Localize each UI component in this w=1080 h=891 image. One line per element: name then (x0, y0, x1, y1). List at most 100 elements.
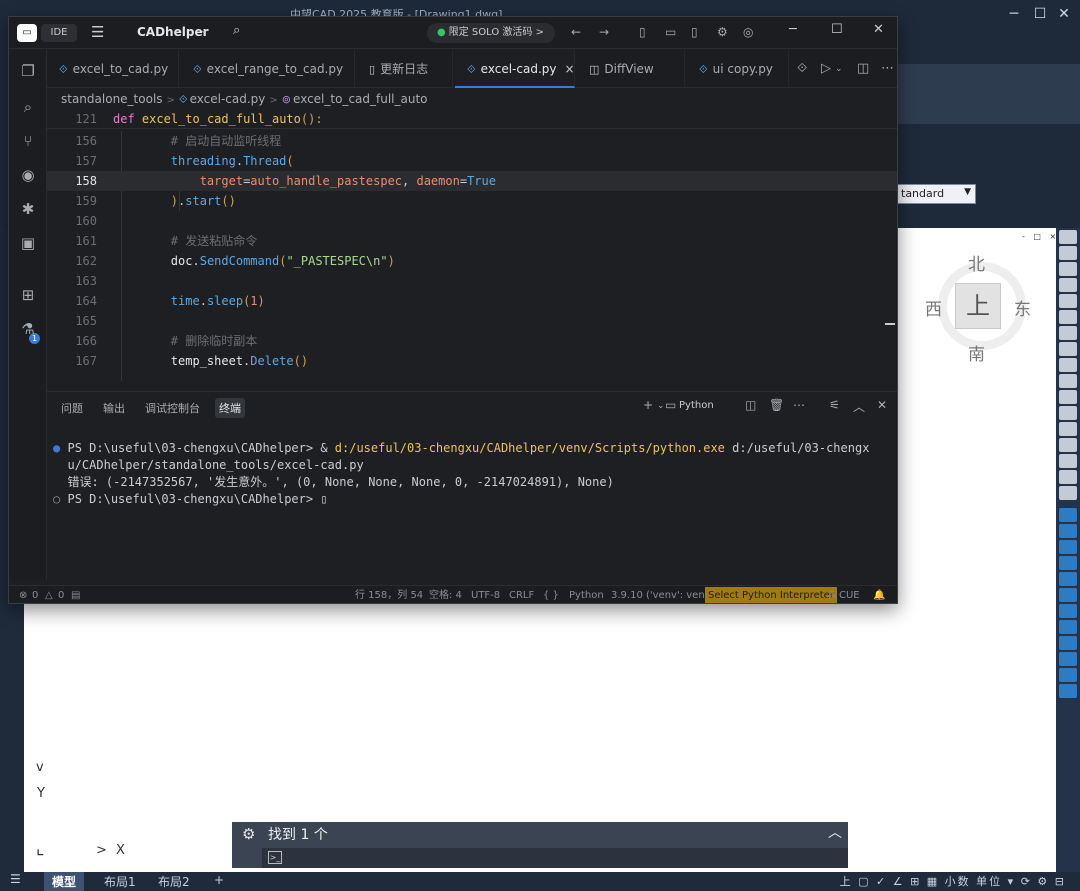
fillet-tool-icon[interactable] (1059, 454, 1077, 468)
tab-excel-cad[interactable]: ⟐ excel-cad.py × (455, 50, 575, 88)
tab-changelog[interactable]: ▯ 更新日志 (357, 50, 453, 88)
back-arrow-icon[interactable]: ← (571, 25, 581, 39)
explorer-icon[interactable]: ❐ (18, 62, 38, 82)
error-count[interactable]: 0 (32, 586, 38, 603)
preview-eye-icon[interactable]: ◉ (18, 166, 38, 186)
hamburger-icon[interactable]: ☰ (10, 872, 21, 886)
canvas-window-controls[interactable]: - □ × (1022, 232, 1059, 241)
run-icon[interactable]: ▷ (821, 61, 831, 76)
compass-east[interactable]: 东 (1014, 295, 1031, 320)
python-run-icon[interactable]: ⟐ (797, 61, 807, 76)
layout-tab-1[interactable]: 布局1 (96, 872, 144, 891)
join-tool-icon[interactable] (1059, 422, 1077, 436)
minimize-icon[interactable]: ─ (789, 22, 797, 37)
blend-tool-icon[interactable] (1059, 486, 1077, 500)
warning-icon[interactable]: △ (45, 586, 53, 603)
forward-arrow-icon[interactable]: → (599, 25, 609, 39)
breadcrumb-symbol[interactable]: excel_to_cad_full_auto (293, 92, 428, 106)
split-editor-icon[interactable]: ◫ (857, 61, 869, 76)
tab-excel-to-cad[interactable]: ⟐ excel_to_cad.py (47, 50, 179, 88)
error-icon[interactable]: ⊗ (19, 586, 27, 603)
layout-tab-model[interactable]: 模型 (44, 872, 85, 891)
tab-diffview[interactable]: ◫ DiffView (577, 50, 685, 88)
tab-excel-range-to-cad[interactable]: ⟐ excel_range_to_cad.py (181, 50, 355, 88)
panel-tab-problems[interactable]: 问题 (57, 398, 87, 418)
mirror-tool-icon[interactable] (1059, 262, 1077, 276)
debug-icon[interactable]: ✱ (18, 200, 38, 220)
panel-tab-output[interactable]: 输出 (99, 398, 129, 418)
cad-maximize-icon[interactable]: ☐ (1030, 6, 1050, 26)
close-tab-icon[interactable]: × (564, 62, 574, 76)
source-control-icon[interactable]: ⑂ (18, 132, 38, 152)
eraser-tool-icon[interactable] (1059, 230, 1077, 244)
dim-jogged-icon[interactable] (1059, 588, 1077, 602)
view-cube-face[interactable]: 上 (955, 283, 1001, 329)
promo-banner[interactable]: ● 限定 SOLO 激活码 > (427, 23, 555, 43)
view-cube[interactable]: 北 南 西 东 上 (925, 250, 1040, 365)
tab-ui-copy[interactable]: ⟐ ui copy.py (687, 50, 789, 88)
chevron-up-icon[interactable]: ︿ (828, 822, 842, 842)
terminal-output[interactable]: ● PS D:\useful\03-chengxu\CADhelper> & d… (53, 440, 893, 508)
account-icon[interactable]: ◎ (743, 25, 753, 39)
code-line[interactable]: 160 (47, 211, 897, 231)
dim-quick-icon[interactable] (1059, 636, 1077, 650)
chevron-down-icon[interactable]: ⌄ (200, 26, 208, 36)
trim-tool-icon[interactable] (1059, 374, 1077, 388)
extensions-icon[interactable]: ⊞ (18, 286, 38, 306)
code-line[interactable]: 167 temp_sheet.Delete() (47, 351, 897, 371)
more-icon[interactable]: ⋯ (881, 61, 894, 76)
rotate-tool-icon[interactable] (1059, 326, 1077, 340)
settings-sliders-icon[interactable]: ⚟ (829, 398, 840, 412)
code-line[interactable]: 164 time.sleep(1) (47, 291, 897, 311)
layout-bottom-icon[interactable]: ▭ (665, 25, 676, 39)
scale-tool-icon[interactable] (1059, 342, 1077, 356)
maximize-icon[interactable]: ☐ (831, 22, 843, 37)
cad-text-style-select[interactable]: tandard ▼ (896, 184, 976, 204)
gear-icon[interactable]: ⚙ (242, 825, 255, 843)
terminal-profile-label[interactable]: Python (679, 400, 714, 411)
warning-count[interactable]: 0 (58, 586, 64, 603)
layout-right-icon[interactable]: ▯ (691, 25, 698, 39)
dim-aligned-icon[interactable] (1059, 524, 1077, 538)
python-version[interactable]: 3.9.10 ('venv': venv) (611, 586, 715, 603)
add-layout-tab[interactable]: + (206, 872, 232, 891)
chevron-down-icon[interactable]: ⌄ (657, 401, 665, 411)
panel-tab-terminal[interactable]: 终端 (215, 398, 245, 418)
menu-icon[interactable]: ☰ (91, 23, 104, 41)
dim-arc-icon[interactable] (1059, 540, 1077, 554)
line-ending[interactable]: CRLF (509, 586, 534, 603)
new-terminal-plus-icon[interactable]: + (643, 398, 653, 412)
compass-south[interactable]: 南 (968, 340, 985, 365)
array-tool-icon[interactable] (1059, 294, 1077, 308)
layout-tab-2[interactable]: 布局2 (150, 872, 198, 891)
braces-icon[interactable]: { } (543, 586, 559, 603)
compass-north[interactable]: 北 (968, 250, 985, 275)
code-line[interactable]: 165 (47, 311, 897, 331)
stretch-tool-icon[interactable] (1059, 358, 1077, 372)
break-tool-icon[interactable] (1059, 406, 1077, 420)
dim-radius-icon[interactable] (1059, 572, 1077, 586)
code-line[interactable]: 163 (47, 271, 897, 291)
chevron-down-icon[interactable]: ⌄ (835, 64, 843, 74)
panel-tab-debug-console[interactable]: 调试控制台 (141, 398, 204, 418)
cad-close-icon[interactable]: ✕ (1054, 6, 1074, 26)
select-interpreter-button[interactable]: Select Python Interpreter (705, 587, 837, 603)
ports-icon[interactable]: ▤ (71, 586, 80, 603)
encoding[interactable]: UTF-8 (471, 586, 500, 603)
breadcrumb-folder[interactable]: standalone_tools (61, 92, 163, 106)
search-icon[interactable]: ⌕ (233, 23, 240, 38)
copy-tool-icon[interactable] (1059, 246, 1077, 260)
offset-tool-icon[interactable] (1059, 278, 1077, 292)
cad-status-icons[interactable]: 上 ▢ ✓ ∠ ⊞ ▦ 小数 单位 ▾ ⟳ ⚙ ⊟ (840, 873, 1066, 889)
dim-diameter-icon[interactable] (1059, 604, 1077, 618)
chamfer-tool-icon[interactable] (1059, 438, 1077, 452)
language-mode[interactable]: Python (569, 586, 604, 603)
dim-angular-icon[interactable] (1059, 620, 1077, 634)
dim-ordinate-icon[interactable] (1059, 556, 1077, 570)
code-line[interactable]: 161 # 发送粘贴命令 (47, 231, 897, 251)
search-icon[interactable]: ⌕ (18, 98, 38, 118)
move-tool-icon[interactable] (1059, 310, 1077, 324)
dim-continue-icon[interactable] (1059, 668, 1077, 682)
close-icon[interactable]: ✕ (873, 22, 884, 37)
command-input[interactable]: >_ (262, 848, 848, 868)
